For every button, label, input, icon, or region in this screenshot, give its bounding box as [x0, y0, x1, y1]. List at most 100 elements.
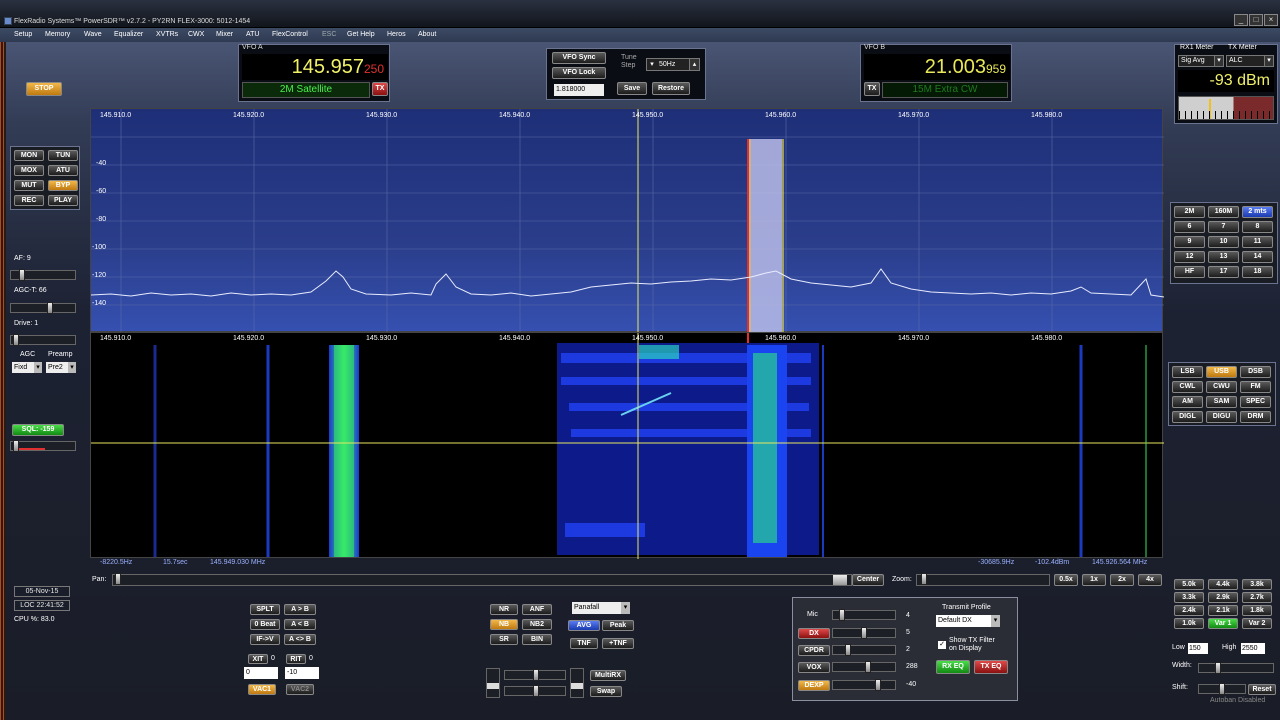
split-button[interactable]: SPLT	[250, 604, 280, 615]
filter-button-2[interactable]: 4.4k	[1208, 579, 1238, 590]
rit-input[interactable]: -10	[285, 667, 319, 679]
mode-digl-button[interactable]: DIGL	[1172, 411, 1203, 423]
mut-button[interactable]: MUT	[14, 180, 44, 191]
zero-beat-button[interactable]: 0 Beat	[250, 619, 280, 630]
multirx-button[interactable]: MultiRX	[590, 670, 626, 681]
lo-frequency-field[interactable]: 1.818000	[554, 84, 604, 96]
filter-button-11[interactable]: Var 1	[1208, 618, 1238, 629]
play-button[interactable]: PLAY	[48, 195, 78, 206]
mic-slider[interactable]	[832, 609, 896, 621]
mode-dsb-button[interactable]: DSB	[1240, 366, 1271, 378]
band-button-4[interactable]: 6	[1174, 221, 1205, 233]
stop-button[interactable]: STOP	[26, 82, 62, 96]
maximize-button[interactable]: □	[1249, 14, 1263, 26]
band-button-7[interactable]: 9	[1174, 236, 1205, 248]
mode-lsb-button[interactable]: LSB	[1172, 366, 1203, 378]
save-button[interactable]: Save	[617, 82, 647, 95]
rit-button[interactable]: RIT	[286, 654, 306, 664]
center-button[interactable]: Center	[852, 574, 884, 586]
mode-cwl-button[interactable]: CWL	[1172, 381, 1203, 393]
band-button-13[interactable]: HF	[1174, 266, 1205, 278]
b-to-a-button[interactable]: A < B	[284, 619, 316, 630]
mode-fm-button[interactable]: FM	[1240, 381, 1271, 393]
transmit-profile-select[interactable]: Default DX ▾	[936, 615, 1000, 627]
rx-volume-slider[interactable]	[486, 668, 500, 698]
tune-step-up-icon[interactable]: ▴	[689, 59, 699, 70]
show-tx-filter-checkbox[interactable]: ✓	[938, 641, 946, 649]
swap-button[interactable]: Swap	[590, 686, 622, 697]
menu-heros[interactable]: Heros	[387, 31, 406, 38]
band-button-8[interactable]: 10	[1208, 236, 1239, 248]
zoom-0-5x-button[interactable]: 0.5x	[1054, 574, 1078, 586]
rx-gain-thumb[interactable]	[533, 669, 539, 681]
tune-step-down-icon[interactable]: ▾	[647, 59, 657, 70]
low-cut-field[interactable]: 150	[1188, 643, 1208, 654]
zoom-4x-button[interactable]: 4x	[1138, 574, 1162, 586]
filter-button-12[interactable]: Var 2	[1242, 618, 1272, 629]
vfo-a-frequency-display[interactable]: 145.957250	[242, 54, 388, 80]
menu-mixer[interactable]: Mixer	[216, 31, 233, 38]
filter-button-7[interactable]: 2.4k	[1174, 605, 1204, 616]
band-button-1[interactable]: 2M	[1174, 206, 1205, 218]
sr-button[interactable]: SR	[490, 634, 518, 645]
menu-atu[interactable]: ATU	[246, 31, 259, 38]
vac2-button[interactable]: VAC2	[286, 684, 314, 695]
dexp-slider[interactable]	[832, 679, 896, 691]
rec-button[interactable]: REC	[14, 195, 44, 206]
vox-slider[interactable]	[832, 661, 896, 673]
tune-step-select[interactable]: 50Hz ▾ ▴	[646, 58, 700, 71]
pan-slider-thumb[interactable]	[833, 575, 847, 585]
vfo-a-tx-button[interactable]: TX	[372, 82, 388, 96]
dexp-slider-thumb[interactable]	[875, 679, 881, 691]
af-slider-thumb[interactable]	[19, 269, 25, 281]
tx-eq-button[interactable]: TX EQ	[974, 660, 1008, 674]
restore-button[interactable]: Restore	[652, 82, 690, 95]
atu-button[interactable]: ATU	[48, 165, 78, 176]
width-slider-thumb[interactable]	[1215, 662, 1221, 674]
band-button-9[interactable]: 11	[1242, 236, 1273, 248]
shift-slider-thumb[interactable]	[1219, 683, 1225, 695]
mode-digu-button[interactable]: DIGU	[1206, 411, 1237, 423]
band-button-6[interactable]: 8	[1242, 221, 1273, 233]
tnf-plus-button[interactable]: +TNF	[602, 638, 634, 649]
filter-button-8[interactable]: 2.1k	[1208, 605, 1238, 616]
filter-button-6[interactable]: 2.7k	[1242, 592, 1272, 603]
zoom-2x-button[interactable]: 2x	[1110, 574, 1134, 586]
tun-button[interactable]: TUN	[48, 150, 78, 161]
waterfall-display[interactable]	[90, 332, 1164, 559]
vfo-lock-button[interactable]: VFO Lock	[552, 67, 606, 79]
mon-button[interactable]: MON	[14, 150, 44, 161]
band-button-14[interactable]: 17	[1208, 266, 1239, 278]
if-to-v-button[interactable]: IF->V	[250, 634, 280, 645]
vfo-b-frequency-display[interactable]: 21.003959	[864, 54, 1010, 80]
dx-slider-thumb[interactable]	[861, 627, 867, 639]
cpdr-slider[interactable]	[832, 644, 896, 656]
filter-button-9[interactable]: 1.8k	[1242, 605, 1272, 616]
agc-t-slider-thumb[interactable]	[47, 302, 53, 314]
nb2-button[interactable]: NB2	[522, 619, 552, 630]
rx-meter-select[interactable]: Sig Avg ▾	[1178, 55, 1224, 67]
xit-input[interactable]: 0	[244, 667, 278, 679]
band-button-2[interactable]: 160M	[1208, 206, 1239, 218]
panadapter-display[interactable]	[90, 108, 1164, 333]
vfo-sync-button[interactable]: VFO Sync	[552, 52, 606, 64]
agc-select[interactable]: Fixd ▾	[12, 362, 42, 373]
dx-slider[interactable]	[832, 627, 896, 639]
dx-button[interactable]: DX	[798, 628, 830, 639]
preamp-select[interactable]: Pre2 ▾	[46, 362, 76, 373]
dexp-button[interactable]: DEXP	[798, 680, 830, 691]
mode-sam-button[interactable]: SAM	[1206, 396, 1237, 408]
a-swap-b-button[interactable]: A <> B	[284, 634, 316, 645]
mode-drm-button[interactable]: DRM	[1240, 411, 1271, 423]
rx-gain-slider[interactable]	[504, 669, 566, 681]
width-slider[interactable]	[1198, 662, 1274, 674]
mode-am-button[interactable]: AM	[1172, 396, 1203, 408]
mode-cwu-button[interactable]: CWU	[1206, 381, 1237, 393]
drive-slider-thumb[interactable]	[13, 334, 19, 346]
pan-slider[interactable]	[112, 573, 852, 586]
menu-xvtrs[interactable]: XVTRs	[156, 31, 178, 38]
filter-button-4[interactable]: 3.3k	[1174, 592, 1204, 603]
rx-eq-button[interactable]: RX EQ	[936, 660, 970, 674]
vfo-b-tx-button[interactable]: TX	[864, 82, 880, 96]
minimize-button[interactable]: _	[1234, 14, 1248, 26]
